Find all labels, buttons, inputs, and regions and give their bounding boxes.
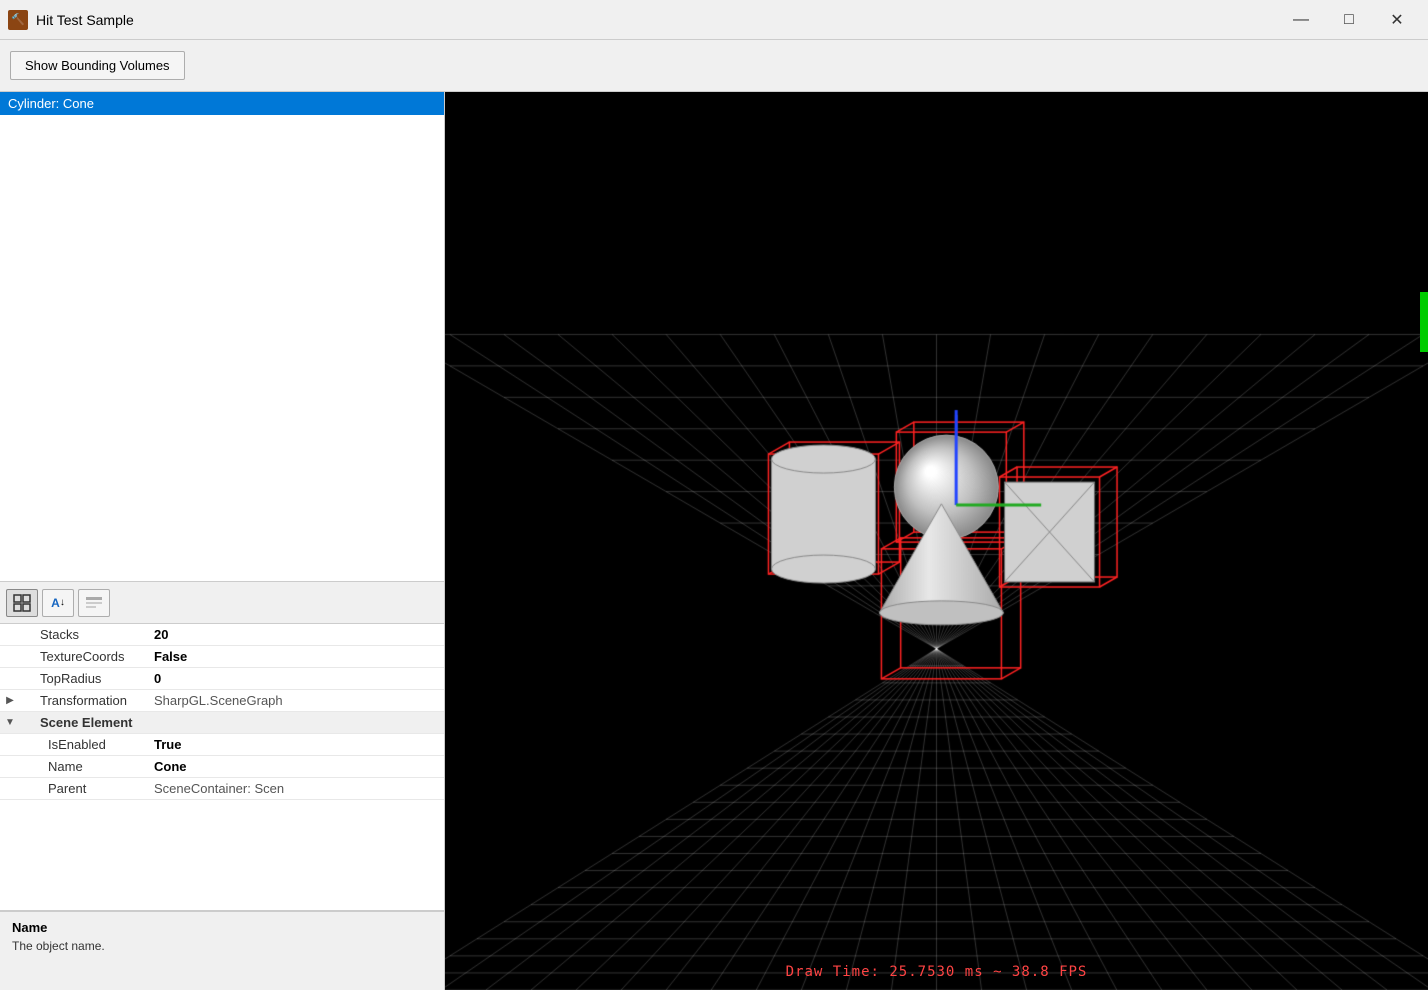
- prop-row-name: Name Cone: [0, 756, 444, 778]
- prop-name-stacks: Stacks: [20, 625, 150, 644]
- window-title: Hit Test Sample: [36, 12, 134, 28]
- grid-icon: [13, 594, 31, 612]
- maximize-button[interactable]: □: [1326, 4, 1372, 36]
- viewport[interactable]: Draw Time: 25.7530 ms ~ 38.8 FPS: [445, 92, 1428, 990]
- prop-value-stacks: 20: [150, 625, 444, 644]
- prop-sort-btn[interactable]: A ↓: [42, 589, 74, 617]
- list-item[interactable]: Cylinder: Cone: [0, 92, 444, 115]
- prop-name-texturecoords: TextureCoords: [20, 647, 150, 666]
- main-toolbar: Show Bounding Volumes: [0, 40, 1428, 92]
- property-grid[interactable]: Stacks 20 TextureCoords False TopRadius …: [0, 624, 444, 910]
- prop-name-scene-element: Scene Element: [20, 713, 150, 732]
- prop-value-transformation: SharpGL.SceneGraph: [150, 691, 444, 710]
- fps-status: Draw Time: 25.7530 ms ~ 38.8 FPS: [786, 964, 1088, 980]
- prop-desc-btn[interactable]: [78, 589, 110, 617]
- minimize-button[interactable]: —: [1278, 4, 1324, 36]
- prop-value-texturecoords: False: [150, 647, 444, 666]
- object-list[interactable]: Cylinder: Cone: [0, 92, 444, 582]
- description-area: Name The object name.: [0, 910, 444, 990]
- prop-row-scene-element: ▼ Scene Element: [0, 712, 444, 734]
- prop-expand-scene-element[interactable]: ▼: [0, 717, 20, 728]
- main-container: Cylinder: Cone A ↓: [0, 92, 1428, 990]
- prop-name-topradius: TopRadius: [20, 669, 150, 688]
- show-bounding-volumes-button[interactable]: Show Bounding Volumes: [10, 51, 185, 80]
- description-text: The object name.: [12, 939, 432, 953]
- prop-name-name: Name: [20, 757, 150, 776]
- left-panel: Cylinder: Cone A ↓: [0, 92, 445, 990]
- prop-value-name: Cone: [150, 757, 444, 776]
- prop-row-stacks: Stacks 20: [0, 624, 444, 646]
- description-title: Name: [12, 920, 432, 935]
- prop-value-topradius: 0: [150, 669, 444, 688]
- description-icon: [85, 596, 103, 610]
- prop-name-isenabled: IsEnabled: [20, 735, 150, 754]
- app-icon: 🔨: [8, 10, 28, 30]
- property-toolbar: A ↓: [0, 582, 444, 624]
- prop-row-isenabled: IsEnabled True: [0, 734, 444, 756]
- prop-row-texturecoords: TextureCoords False: [0, 646, 444, 668]
- sort-arrow-icon: ↓: [60, 597, 65, 608]
- prop-view-btn-1[interactable]: [6, 589, 38, 617]
- 3d-scene-canvas[interactable]: [445, 92, 1428, 990]
- close-button[interactable]: ✕: [1374, 4, 1420, 36]
- green-indicator: [1420, 292, 1428, 352]
- prop-name-transformation: Transformation: [20, 691, 150, 710]
- sort-icon: A: [51, 596, 60, 610]
- window-controls: — □ ✕: [1278, 4, 1420, 36]
- prop-expand-transformation[interactable]: ▶: [0, 695, 20, 706]
- prop-row-parent: Parent SceneContainer: Scen: [0, 778, 444, 800]
- prop-value-scene-element: [150, 721, 444, 725]
- prop-name-parent: Parent: [20, 779, 150, 798]
- title-bar: 🔨 Hit Test Sample — □ ✕: [0, 0, 1428, 40]
- prop-row-topradius: TopRadius 0: [0, 668, 444, 690]
- prop-value-isenabled: True: [150, 735, 444, 754]
- prop-value-parent: SceneContainer: Scen: [150, 779, 444, 798]
- prop-row-transformation: ▶ Transformation SharpGL.SceneGraph: [0, 690, 444, 712]
